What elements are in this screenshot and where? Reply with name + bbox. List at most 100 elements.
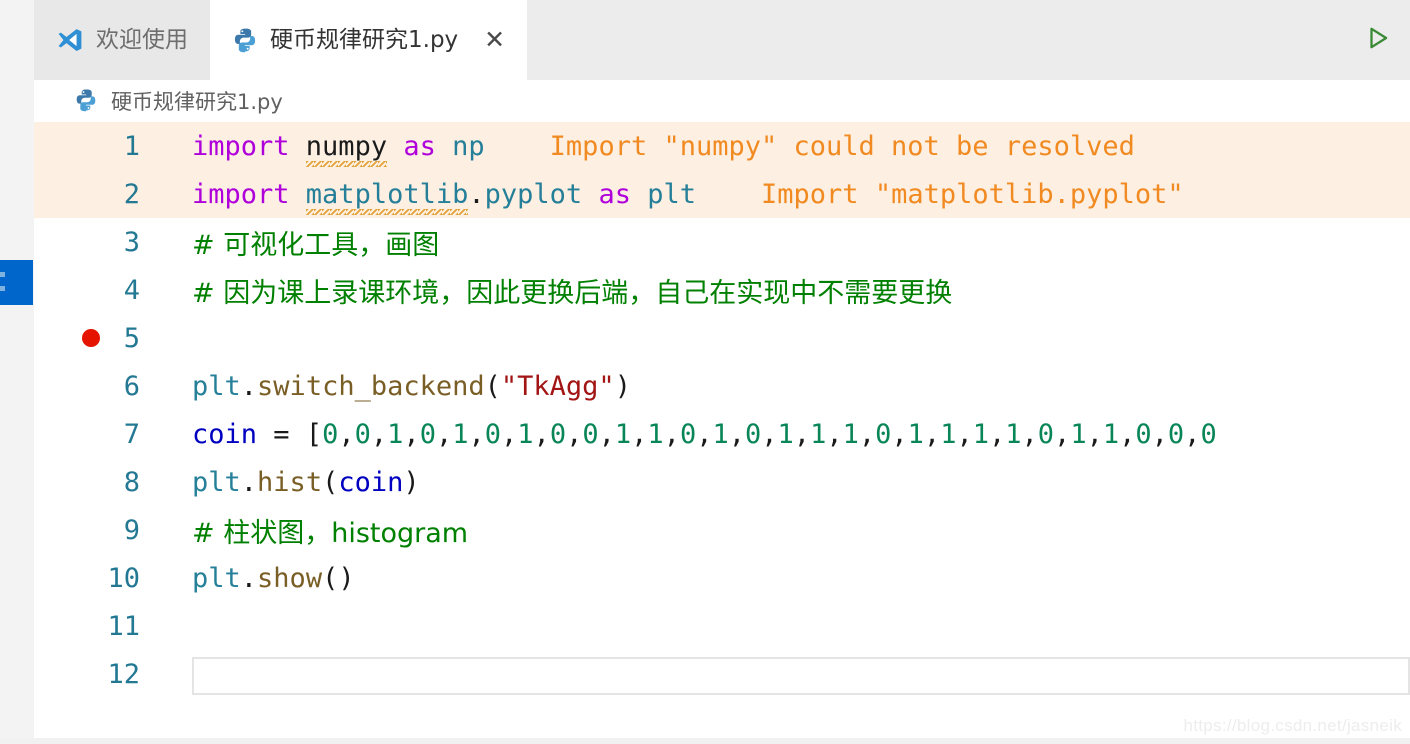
code-token: 1 [712, 418, 729, 450]
play-triangle-icon [1365, 25, 1391, 56]
code-token: coin [192, 418, 258, 450]
line-number: 1 [123, 130, 140, 162]
code-token: 1 [614, 418, 632, 450]
breadcrumb[interactable]: 硬币规律研究1.py [34, 80, 1410, 122]
code-token: 1 [387, 418, 404, 450]
vscode-logo-icon [56, 26, 84, 54]
code-token: 0 [549, 418, 567, 450]
code-token: 1 [452, 418, 469, 450]
code-token: 1 [1070, 418, 1087, 450]
code-token: 1 [842, 418, 859, 450]
code-token: coin [338, 466, 404, 498]
tab-label: 硬币规律研究1.py [270, 26, 459, 53]
code-line-text: plt. switch_backend("TkAgg") [192, 362, 631, 410]
code-token: import [192, 178, 306, 210]
code-line-text: plt. hist(coin) [192, 458, 420, 506]
line-number: 4 [123, 274, 140, 306]
code-line[interactable]: 5 [34, 314, 1410, 362]
code-line[interactable]: 1 import numpy as np Import "numpy" could… [34, 122, 1410, 170]
code-token: , [793, 418, 811, 450]
line-number: 6 [123, 370, 140, 402]
code-token: , [1184, 418, 1201, 450]
code-token: Import "matplotlib.pyplot" [761, 178, 1184, 210]
code-token: , [598, 418, 615, 450]
code-line[interactable]: 10 plt. show() [34, 554, 1410, 602]
line-number: 3 [123, 226, 140, 258]
code-line[interactable]: 12 [34, 650, 1410, 698]
line-number: 2 [123, 178, 140, 210]
code-token: , [403, 418, 420, 450]
code-token: , [891, 418, 908, 450]
code-token: = [273, 418, 290, 450]
code-token: . [468, 178, 485, 210]
code-line[interactable]: 4 # 因为课上录课环境，因此更换后端，自己在实现中不需要更换 [34, 266, 1410, 314]
code-token: 1 [907, 418, 924, 450]
code-token: 0 [419, 418, 436, 450]
code-token: . [240, 562, 258, 594]
code-line[interactable]: 8 plt. hist(coin) [34, 458, 1410, 506]
code-token: plt [192, 562, 241, 594]
code-token: [ [305, 418, 323, 450]
code-line-text: import matplotlib. pyplot as plt Import "… [192, 170, 1184, 218]
code-token: , [728, 418, 745, 450]
code-token: , [1086, 418, 1103, 450]
code-token: , [826, 418, 843, 450]
code-token: , [988, 418, 1006, 450]
code-line[interactable]: 2 import matplotlib. pyplot as plt Import … [34, 170, 1410, 218]
tab-label: 欢迎使用 [96, 26, 188, 53]
line-number: 8 [123, 466, 140, 498]
code-token: 0 [745, 418, 762, 450]
code-line[interactable]: 11 [34, 602, 1410, 650]
code-token: , [761, 418, 778, 450]
code-line[interactable]: 3 # 可视化工具，画图 [34, 218, 1410, 266]
code-token: # 因为课上录课环境，因此更换后端，自己在实现中不需要更换 [192, 277, 953, 309]
editor-tab-bar: 欢迎使用 硬币规律研究1.py ✕ [0, 0, 1410, 80]
code-token: 0 [679, 418, 697, 450]
breakpoint-dot-icon[interactable] [82, 329, 100, 347]
code-token: 0 [1167, 418, 1185, 450]
code-token: switch_backend [257, 370, 485, 402]
code-line-text: # 可视化工具，画图 [192, 218, 439, 266]
code-token: , [435, 418, 453, 450]
code-token: , [1054, 418, 1071, 450]
code-token: , [1119, 418, 1136, 450]
code-token: 1 [647, 418, 664, 450]
code-token: , [338, 418, 355, 450]
code-token: ( [322, 466, 339, 498]
code-token: , [923, 418, 941, 450]
code-editor[interactable]: 1 import numpy as np Import "numpy" could… [34, 122, 1410, 744]
code-token: ) [403, 466, 420, 498]
code-token: # 柱状图，histogram [192, 517, 469, 549]
code-line[interactable]: 7 coin = [0, 0, 1, 0, 1, 0, 1, 0, 0, 1, 1, 0, 1, 0, 1, 1… [34, 410, 1410, 458]
code-token: 0 [1200, 418, 1217, 450]
line-number: 12 [107, 658, 140, 690]
code-token: plt [192, 466, 241, 498]
tab-coin-study-py[interactable]: 硬币规律研究1.py ✕ [210, 0, 528, 80]
code-token: , [663, 418, 680, 450]
code-token: numpy [305, 130, 388, 167]
code-token: 0 [1037, 418, 1055, 450]
code-token: 0 [1135, 418, 1152, 450]
code-token: pyplot [484, 178, 583, 210]
code-token: 0 [354, 418, 371, 450]
code-token: matplotlib [305, 178, 469, 215]
code-token: , [696, 418, 713, 450]
code-token: 0 [875, 418, 892, 450]
code-token: , [1151, 418, 1168, 450]
close-icon[interactable]: ✕ [484, 27, 505, 53]
inline-input-box[interactable] [192, 657, 1410, 695]
code-line-text: import numpy as np Import "numpy" could … [192, 122, 1135, 170]
code-token: , [468, 418, 485, 450]
code-line[interactable]: 6 plt. switch_backend("TkAgg") [34, 362, 1410, 410]
tab-welcome[interactable]: 欢迎使用 [34, 0, 210, 80]
code-token: ) [614, 370, 631, 402]
code-line[interactable]: 9 # 柱状图，histogram [34, 506, 1410, 554]
code-token: . [240, 466, 258, 498]
editor-bottom-edge [0, 738, 1410, 744]
run-button[interactable] [1346, 0, 1410, 80]
code-token: as [598, 178, 631, 210]
